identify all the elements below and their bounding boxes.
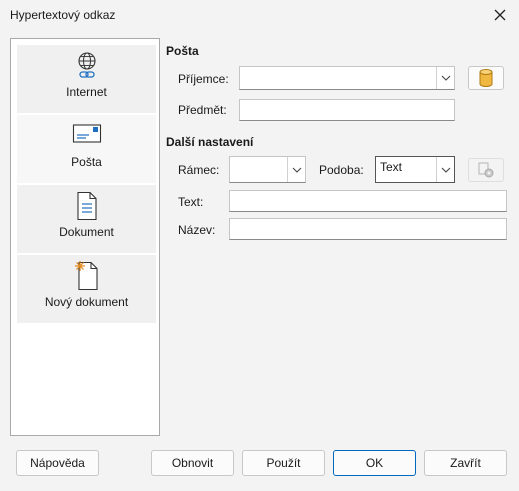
form-value: Text — [380, 160, 403, 174]
title-bar: Hypertextový odkaz — [0, 0, 519, 30]
new-document-icon — [74, 261, 98, 291]
document-icon — [76, 191, 97, 221]
close-window-button[interactable] — [487, 2, 513, 28]
data-sources-button[interactable] — [468, 66, 504, 90]
envelope-icon — [72, 124, 101, 143]
close-icon — [494, 9, 506, 21]
sidebar-item-document-label: Dokument — [59, 225, 114, 239]
text-label: Text: — [178, 195, 204, 209]
sidebar-item-document[interactable]: Dokument — [17, 185, 156, 253]
sidebar-item-internet[interactable]: Internet — [17, 45, 156, 113]
form-label: Podoba: — [319, 163, 364, 177]
close-button[interactable]: Zavřít — [424, 450, 507, 476]
window-title: Hypertextový odkaz — [10, 8, 116, 22]
chevron-down-icon — [292, 167, 301, 173]
sidebar-item-mail[interactable]: Pošta — [17, 115, 156, 183]
name-field[interactable] — [229, 218, 507, 240]
hyperlink-type-sidebar: Internet Pošta Dokument Nový dokument — [10, 38, 160, 436]
form-select[interactable]: Text — [375, 156, 455, 183]
form-dropdown-button[interactable] — [436, 157, 454, 182]
sidebar-item-mail-label: Pošta — [71, 155, 102, 169]
help-button[interactable]: Nápověda — [16, 450, 99, 476]
hyperlink-dialog: Hypertextový odkaz Internet Pošta Dokume… — [0, 0, 519, 491]
chevron-down-icon — [441, 167, 450, 173]
globe-link-icon — [77, 52, 96, 78]
frame-combobox[interactable] — [229, 156, 306, 183]
ok-button[interactable]: OK — [333, 450, 416, 476]
sidebar-item-internet-label: Internet — [66, 85, 107, 99]
recipient-label: Příjemce: — [178, 72, 229, 86]
sidebar-item-new-document[interactable]: Nový dokument — [17, 255, 156, 323]
recipient-combobox[interactable] — [239, 66, 455, 90]
frame-label: Rámec: — [178, 163, 220, 177]
recipient-dropdown-button[interactable] — [436, 67, 454, 89]
sidebar-item-new-document-label: Nový dokument — [44, 295, 129, 309]
apply-button[interactable]: Použít — [242, 450, 325, 476]
more-settings-section-title: Další nastavení — [166, 135, 254, 149]
database-icon — [479, 69, 493, 87]
subject-field[interactable] — [239, 99, 455, 121]
chevron-down-icon — [441, 75, 450, 81]
events-button[interactable] — [468, 158, 504, 182]
subject-label: Předmět: — [178, 103, 227, 117]
text-field[interactable] — [229, 190, 507, 212]
mail-section-title: Pošta — [166, 44, 199, 58]
events-gear-icon — [478, 162, 494, 178]
frame-dropdown-button[interactable] — [287, 157, 305, 182]
reset-button[interactable]: Obnovit — [151, 450, 234, 476]
name-label: Název: — [178, 223, 216, 237]
